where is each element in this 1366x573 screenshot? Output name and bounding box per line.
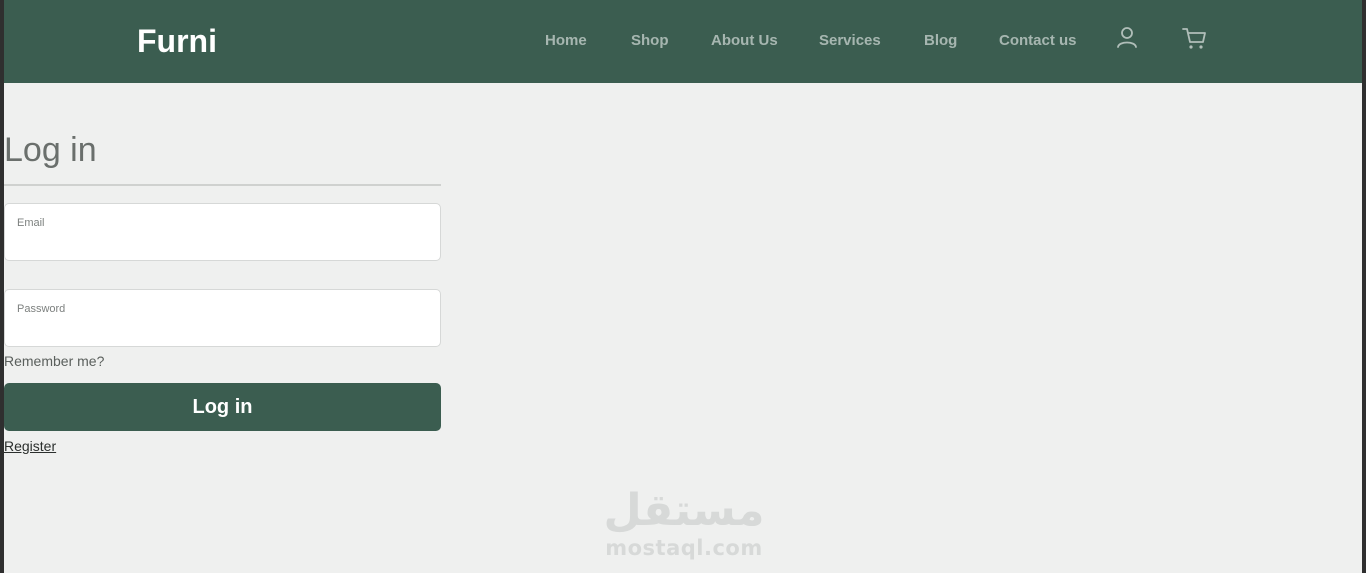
nav-link-shop[interactable]: Shop [631, 31, 669, 51]
watermark-arabic-text: مستقل [603, 485, 765, 536]
nav-link-services[interactable]: Services [819, 31, 881, 51]
title-divider [4, 184, 441, 186]
page-frame: Furni Home Shop About Us Services Blog C… [4, 0, 1362, 573]
brand-logo[interactable]: Furni [137, 21, 217, 61]
register-link[interactable]: Register [4, 437, 56, 455]
user-icon[interactable] [1113, 24, 1141, 52]
watermark-logo: مستقل mostaql.com [599, 486, 769, 566]
cart-icon[interactable] [1180, 24, 1208, 52]
login-button[interactable]: Log in [4, 383, 441, 431]
password-field[interactable]: Password [4, 289, 441, 347]
nav-link-contact-us[interactable]: Contact us [999, 31, 1077, 51]
email-label: Email [17, 217, 45, 229]
login-title: Log in [4, 131, 97, 169]
email-input[interactable] [17, 234, 427, 254]
nav-link-home[interactable]: Home [545, 31, 587, 51]
email-field[interactable]: Email [4, 203, 441, 261]
nav-link-blog[interactable]: Blog [924, 31, 957, 51]
navbar: Furni Home Shop About Us Services Blog C… [4, 0, 1362, 83]
watermark-latin-text: mostaql.com [605, 536, 763, 560]
nav-link-about-us[interactable]: About Us [711, 31, 778, 51]
password-label: Password [17, 303, 66, 315]
remember-me-label[interactable]: Remember me? [4, 352, 104, 370]
password-input[interactable] [17, 320, 427, 340]
